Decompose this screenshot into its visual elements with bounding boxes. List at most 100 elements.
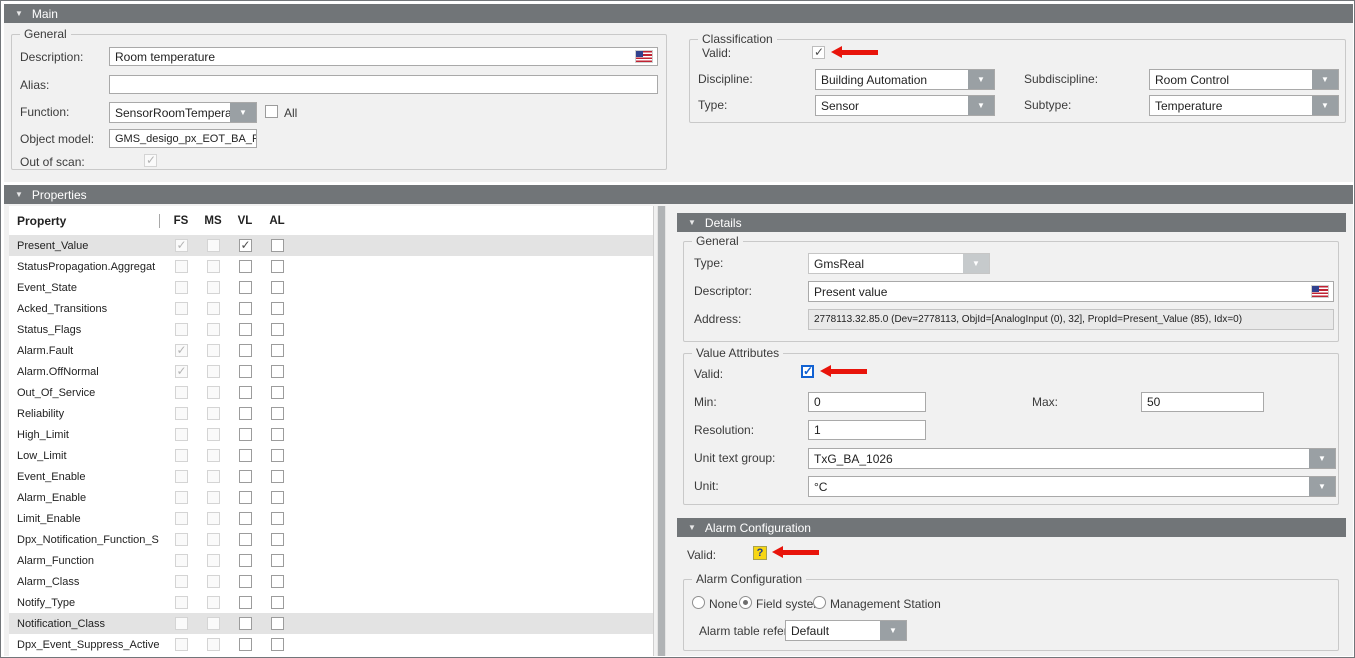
- indeterminate-question-icon[interactable]: ?: [753, 546, 767, 560]
- all-checkbox[interactable]: [265, 105, 278, 118]
- subtype-combobox[interactable]: Temperature ▼: [1149, 95, 1339, 116]
- table-row[interactable]: Alarm.OffNormal: [9, 361, 653, 382]
- al-checkbox[interactable]: [271, 323, 284, 336]
- al-checkbox[interactable]: [271, 512, 284, 525]
- vl-checkbox[interactable]: [239, 323, 252, 336]
- vl-checkbox[interactable]: [239, 365, 252, 378]
- vl-checkbox[interactable]: [239, 428, 252, 441]
- collapse-icon[interactable]: ▼: [688, 219, 696, 227]
- table-row[interactable]: Reliability: [9, 403, 653, 424]
- al-checkbox[interactable]: [271, 575, 284, 588]
- table-row[interactable]: Status_Flags: [9, 319, 653, 340]
- al-checkbox[interactable]: [271, 386, 284, 399]
- table-row[interactable]: Alarm_Function: [9, 550, 653, 571]
- al-checkbox[interactable]: [271, 407, 284, 420]
- table-row[interactable]: Dpx_Notification_Function_S: [9, 529, 653, 550]
- table-row[interactable]: StatusPropagation.Aggregat: [9, 256, 653, 277]
- al-checkbox[interactable]: [271, 281, 284, 294]
- vl-checkbox[interactable]: [239, 407, 252, 420]
- radio-field-system[interactable]: [739, 596, 752, 609]
- dropdown-icon[interactable]: ▼: [1312, 70, 1338, 89]
- dropdown-icon[interactable]: ▼: [880, 621, 906, 640]
- al-checkbox[interactable]: [271, 449, 284, 462]
- radio-management-station-label[interactable]: Management Station: [830, 597, 941, 611]
- type-combobox[interactable]: Sensor ▼: [815, 95, 995, 116]
- table-row[interactable]: Notification_Class: [9, 613, 653, 634]
- collapse-icon[interactable]: ▼: [15, 10, 23, 18]
- max-field[interactable]: 50: [1141, 392, 1264, 412]
- vl-checkbox[interactable]: [239, 260, 252, 273]
- resolution-field[interactable]: 1: [808, 420, 926, 440]
- dropdown-icon[interactable]: ▼: [1309, 449, 1335, 468]
- classification-valid-checkbox[interactable]: [812, 46, 825, 59]
- alias-field[interactable]: [109, 75, 658, 94]
- discipline-combobox[interactable]: Building Automation ▼: [815, 69, 995, 90]
- dropdown-icon[interactable]: ▼: [1309, 477, 1335, 496]
- descriptor-field[interactable]: Present value: [808, 281, 1334, 302]
- vl-checkbox[interactable]: [239, 281, 252, 294]
- radio-none[interactable]: [692, 596, 705, 609]
- al-checkbox[interactable]: [271, 638, 284, 651]
- table-row[interactable]: Event_Enable: [9, 466, 653, 487]
- column-header-al[interactable]: AL: [261, 215, 293, 227]
- min-field[interactable]: 0: [808, 392, 926, 412]
- value-valid-checkbox[interactable]: [801, 365, 814, 378]
- table-row[interactable]: Alarm_Enable: [9, 487, 653, 508]
- al-checkbox[interactable]: [271, 596, 284, 609]
- al-checkbox[interactable]: [271, 617, 284, 630]
- table-row[interactable]: Out_Of_Service: [9, 382, 653, 403]
- details-section-header[interactable]: ▼ Details: [677, 213, 1346, 232]
- vl-checkbox[interactable]: [239, 533, 252, 546]
- dropdown-icon[interactable]: ▼: [1312, 96, 1338, 115]
- vl-checkbox[interactable]: [239, 596, 252, 609]
- function-combobox[interactable]: SensorRoomTemperature ▼: [109, 102, 257, 123]
- collapse-icon[interactable]: ▼: [15, 191, 23, 199]
- vl-checkbox[interactable]: [239, 470, 252, 483]
- unit-text-group-combobox[interactable]: TxG_BA_1026 ▼: [808, 448, 1336, 469]
- vl-checkbox[interactable]: [239, 617, 252, 630]
- table-row[interactable]: Low_Limit: [9, 445, 653, 466]
- al-checkbox[interactable]: [271, 554, 284, 567]
- al-checkbox[interactable]: [271, 428, 284, 441]
- radio-none-label[interactable]: None: [709, 597, 738, 611]
- table-row[interactable]: Alarm.Fault: [9, 340, 653, 361]
- table-row[interactable]: Notify_Type: [9, 592, 653, 613]
- main-section-header[interactable]: ▼ Main: [4, 4, 1353, 23]
- vl-checkbox[interactable]: [239, 512, 252, 525]
- al-checkbox[interactable]: [271, 533, 284, 546]
- column-header-property[interactable]: Property: [9, 214, 165, 228]
- column-header-vl[interactable]: VL: [229, 215, 261, 227]
- table-row[interactable]: Acked_Transitions: [9, 298, 653, 319]
- description-field[interactable]: Room temperature: [109, 47, 658, 66]
- scrollbar-thumb[interactable]: [658, 206, 665, 656]
- radio-management-station[interactable]: [813, 596, 826, 609]
- vl-checkbox[interactable]: [239, 302, 252, 315]
- collapse-icon[interactable]: ▼: [688, 524, 696, 532]
- al-checkbox[interactable]: [271, 239, 284, 252]
- vl-checkbox[interactable]: [239, 344, 252, 357]
- al-checkbox[interactable]: [271, 260, 284, 273]
- alarm-configuration-section-header[interactable]: ▼ Alarm Configuration: [677, 518, 1346, 537]
- table-row[interactable]: Alarm_Class: [9, 571, 653, 592]
- dropdown-icon[interactable]: ▼: [968, 96, 994, 115]
- al-checkbox[interactable]: [271, 365, 284, 378]
- subdiscipline-combobox[interactable]: Room Control ▼: [1149, 69, 1339, 90]
- properties-section-header[interactable]: ▼ Properties: [4, 185, 1353, 204]
- vl-checkbox[interactable]: [239, 638, 252, 651]
- object-model-field[interactable]: GMS_desigo_px_EOT_BA_PX_AI_10: [109, 129, 257, 148]
- vl-checkbox[interactable]: [239, 491, 252, 504]
- vertical-scrollbar[interactable]: [657, 206, 666, 656]
- table-row[interactable]: Limit_Enable: [9, 508, 653, 529]
- table-row[interactable]: Dpx_Event_Suppress_Active: [9, 634, 653, 655]
- al-checkbox[interactable]: [271, 302, 284, 315]
- al-checkbox[interactable]: [271, 470, 284, 483]
- unit-combobox[interactable]: °C ▼: [808, 476, 1336, 497]
- dropdown-icon[interactable]: ▼: [968, 70, 994, 89]
- alarm-table-reference-combobox[interactable]: Default ▼: [785, 620, 907, 641]
- vl-checkbox[interactable]: [239, 386, 252, 399]
- table-row[interactable]: High_Limit: [9, 424, 653, 445]
- table-row[interactable]: Event_State: [9, 277, 653, 298]
- dropdown-icon[interactable]: ▼: [230, 103, 256, 122]
- table-row[interactable]: Present_Value: [9, 235, 653, 256]
- al-checkbox[interactable]: [271, 491, 284, 504]
